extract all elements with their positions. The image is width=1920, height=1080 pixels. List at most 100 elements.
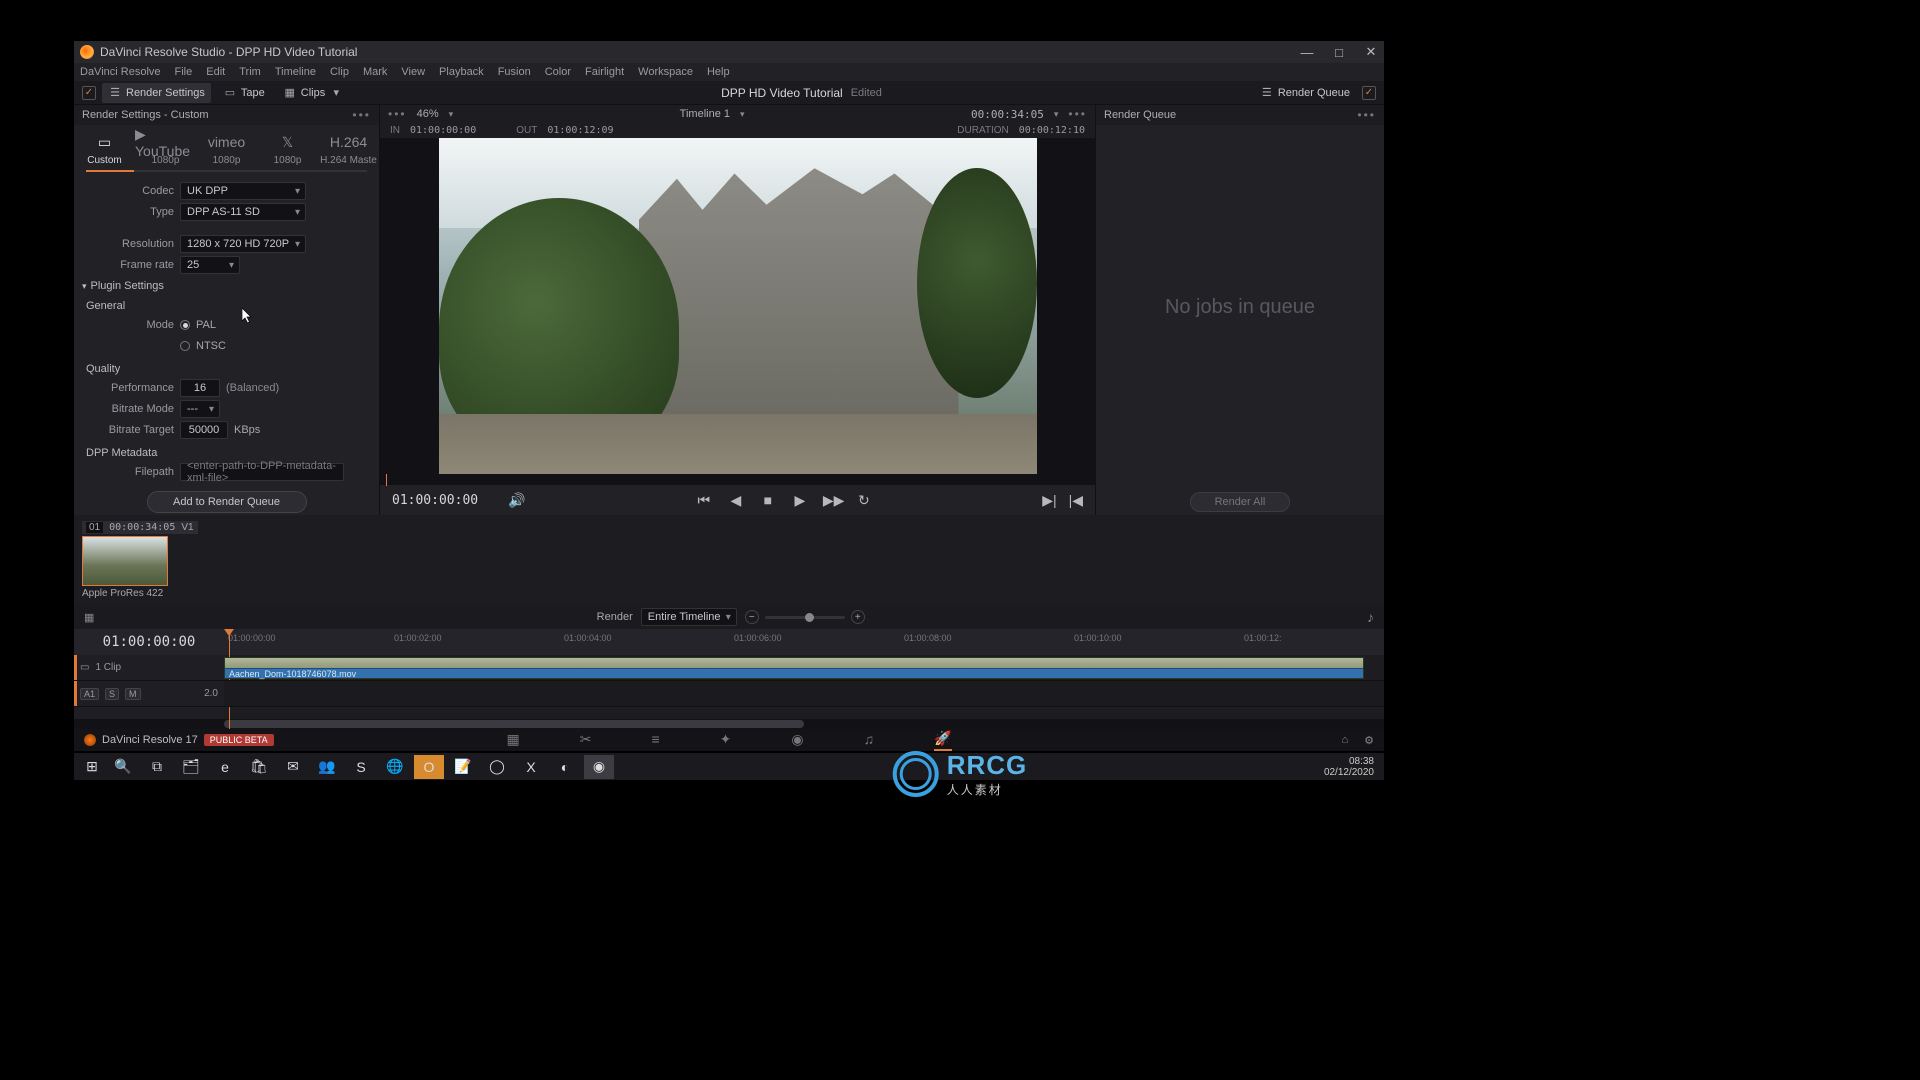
zoom-out-button[interactable]: −	[745, 610, 759, 624]
stop-button[interactable]: ■	[759, 492, 777, 508]
preset-h264[interactable]: H.264 H.264 Maste	[318, 131, 379, 166]
taskbar-skype-icon[interactable]: S	[346, 755, 376, 779]
track-body[interactable]: Aachen_Dom-1018746078.mov	[224, 655, 1384, 719]
go-out-button[interactable]: |◀	[1069, 492, 1083, 509]
viewer-right-menu-icon[interactable]: •••	[1068, 107, 1087, 121]
tape-toggle[interactable]: ▭ Tape	[217, 83, 271, 103]
menu-mark[interactable]: Mark	[363, 66, 387, 78]
zoom-label[interactable]: 46%	[417, 108, 439, 120]
settings-gear-icon[interactable]: ⚙	[1364, 734, 1374, 747]
home-icon[interactable]: ⌂	[1341, 734, 1348, 747]
start-button[interactable]: ⊞	[80, 755, 104, 779]
bitrate-target-input[interactable]: 50000	[180, 421, 228, 439]
type-select[interactable]: DPP AS-11 SD▾	[180, 203, 306, 221]
page-deliver-icon[interactable]: 🚀	[934, 730, 951, 751]
toolbar-check-icon[interactable]: ✓	[82, 86, 96, 100]
chevron-down-icon[interactable]: ▾	[740, 109, 745, 120]
codec-select[interactable]: UK DPP▾	[180, 182, 306, 200]
video-clip[interactable]: Aachen_Dom-1018746078.mov	[224, 657, 1364, 679]
taskbar-chrome-icon[interactable]: ◐	[550, 755, 580, 779]
menu-help[interactable]: Help	[707, 66, 730, 78]
filepath-input[interactable]: <enter-path-to-DPP-metadata-xml-file>	[180, 463, 344, 481]
render-queue-toggle[interactable]: ☰ Render Queue	[1254, 83, 1356, 103]
taskbar-taskview-icon[interactable]: ⧉	[142, 755, 172, 779]
taskbar-globe-icon[interactable]: 🌐	[380, 755, 410, 779]
taskbar-mail-icon[interactable]: ✉	[278, 755, 308, 779]
menu-fairlight[interactable]: Fairlight	[585, 66, 624, 78]
resolution-select[interactable]: 1280 x 720 HD 720P▾	[180, 235, 306, 253]
mode-pal-radio[interactable]	[180, 320, 190, 330]
audio-mixer-icon[interactable]: ♪	[1367, 609, 1374, 625]
taskbar-resolve-icon[interactable]: ◉	[584, 755, 614, 779]
track-head-v1[interactable]: ▭ V1 1 Clip	[74, 655, 224, 681]
menu-davinci-resolve[interactable]: DaVinci Resolve	[80, 66, 161, 78]
taskbar-excel-icon[interactable]: X	[516, 755, 546, 779]
close-button[interactable]: ✕	[1364, 45, 1378, 59]
taskbar-notes-icon[interactable]: 📝	[448, 755, 478, 779]
bitrate-mode-select[interactable]: ---▾	[180, 400, 220, 418]
timeline-name[interactable]: Timeline 1	[680, 108, 730, 120]
taskbar-obs-icon[interactable]: ◯	[482, 755, 512, 779]
mute-button[interactable]: M	[125, 688, 141, 700]
menu-timeline[interactable]: Timeline	[275, 66, 316, 78]
page-cut-icon[interactable]: ✂	[580, 731, 592, 750]
toolbar-right-check-icon[interactable]: ✓	[1362, 86, 1376, 100]
preset-youtube[interactable]: ▶ YouTube 1080p	[135, 131, 196, 166]
taskbar-teams-icon[interactable]: 👥	[312, 755, 342, 779]
taskbar-search-icon[interactable]: 🔍	[108, 755, 138, 779]
page-fusion-icon[interactable]: ✦	[720, 731, 732, 750]
page-fairlight-icon[interactable]: ♫	[864, 731, 875, 749]
loop-button[interactable]: ↻	[855, 492, 873, 509]
menu-view[interactable]: View	[401, 66, 425, 78]
go-start-button[interactable]: ⏮	[695, 492, 713, 509]
render-scope-select[interactable]: Entire Timeline ▾	[641, 608, 737, 626]
menu-clip[interactable]: Clip	[330, 66, 349, 78]
queue-menu-icon[interactable]: •••	[1357, 108, 1376, 122]
track-head-a1[interactable]: A1 S M 2.0	[74, 681, 224, 707]
menu-fusion[interactable]: Fusion	[498, 66, 531, 78]
menu-workspace[interactable]: Workspace	[638, 66, 693, 78]
panel-menu-icon[interactable]: •••	[352, 108, 371, 122]
taskbar-clock[interactable]: 08:38 02/12/2020	[1324, 756, 1378, 778]
timeline-ruler[interactable]: 01:00:00:00 01:00:02:00 01:00:04:00 01:0…	[224, 629, 1384, 655]
preset-twitter[interactable]: 𝕏 1080p	[257, 131, 318, 166]
preset-custom[interactable]: ▭ Custom	[74, 131, 135, 166]
solo-button[interactable]: S	[105, 688, 119, 700]
step-back-button[interactable]: ◀	[727, 492, 745, 509]
chevron-down-icon[interactable]: ▾	[1054, 109, 1059, 120]
page-edit-icon[interactable]: ≡	[651, 731, 659, 749]
preset-vimeo[interactable]: vimeo 1080p	[196, 131, 257, 166]
taskbar-outlook-icon[interactable]: O	[414, 755, 444, 779]
clip-item[interactable]: 01 00:00:34:05 V1 Apple ProRes 422	[82, 521, 198, 599]
mode-ntsc-radio[interactable]	[180, 341, 190, 351]
taskbar-store-icon[interactable]: 🛍	[244, 755, 274, 779]
framerate-select[interactable]: 25▾	[180, 256, 240, 274]
thumbnails-icon[interactable]: ▦	[84, 611, 94, 624]
taskbar-explorer-icon[interactable]: 🗂	[176, 755, 206, 779]
zoom-in-button[interactable]: +	[851, 610, 865, 624]
page-media-icon[interactable]: ▦	[506, 731, 519, 750]
play-button[interactable]: ▶	[791, 492, 809, 509]
viewer-stage[interactable]	[380, 138, 1095, 474]
taskbar-edge-icon[interactable]: e	[210, 755, 240, 779]
chevron-down-icon[interactable]: ▾	[449, 109, 454, 120]
timeline-h-scrollbar[interactable]	[74, 719, 1384, 729]
minimize-button[interactable]: —	[1300, 45, 1314, 59]
menu-color[interactable]: Color	[545, 66, 571, 78]
viewer-left-menu-icon[interactable]: •••	[388, 107, 407, 121]
step-fwd-button[interactable]: ▶▶	[823, 492, 841, 509]
performance-input[interactable]: 16	[180, 379, 220, 397]
zoom-slider[interactable]	[765, 616, 845, 619]
menu-file[interactable]: File	[175, 66, 193, 78]
menu-edit[interactable]: Edit	[206, 66, 225, 78]
plugin-settings-collapse[interactable]: ▾ Plugin Settings	[82, 276, 371, 294]
page-color-icon[interactable]: ◉	[791, 731, 803, 750]
menu-trim[interactable]: Trim	[239, 66, 261, 78]
menu-playback[interactable]: Playback	[439, 66, 484, 78]
viewer-mini-track[interactable]	[380, 474, 1095, 485]
volume-icon[interactable]: 🔊	[508, 492, 525, 509]
render-settings-toggle[interactable]: ☰ Render Settings	[102, 83, 211, 103]
add-to-render-queue-button[interactable]: Add to Render Queue	[147, 491, 307, 513]
clips-toggle[interactable]: ▦ Clips ▾	[277, 83, 349, 103]
maximize-button[interactable]: □	[1332, 45, 1346, 59]
